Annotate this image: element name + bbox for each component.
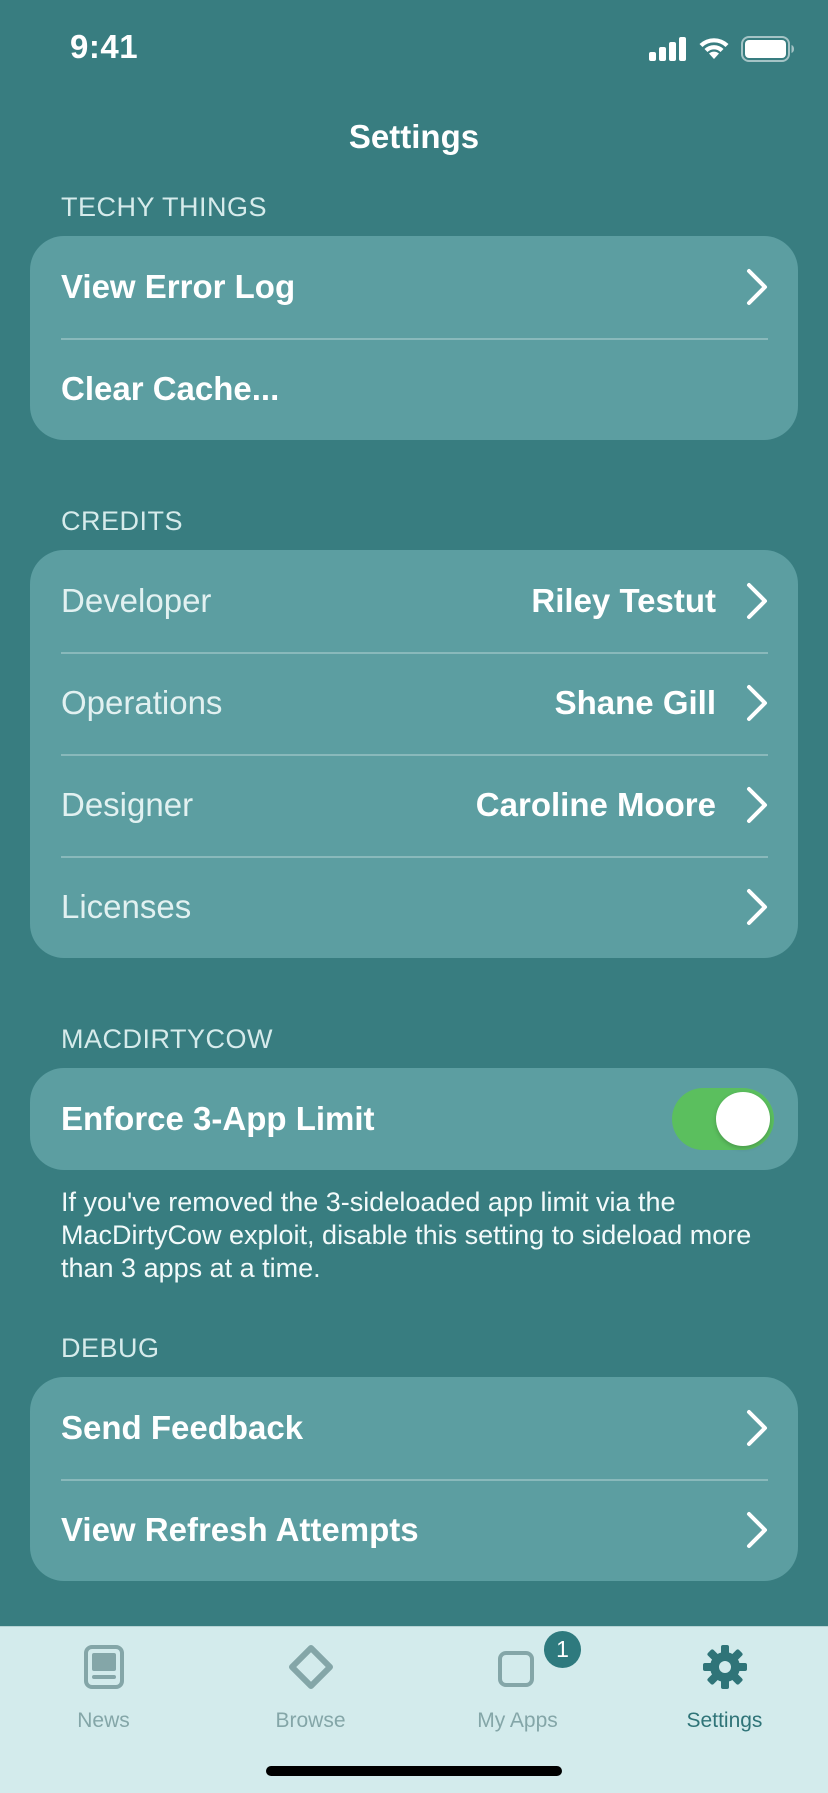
tab-news-label: News — [77, 1709, 130, 1732]
status-icons — [649, 36, 795, 62]
browse-icon — [288, 1645, 333, 1689]
view-error-log-label: View Error Log — [61, 268, 296, 305]
chevron-right-icon — [747, 685, 767, 721]
debug-group: Send Feedback View Refresh Attempts — [30, 1377, 798, 1581]
news-icon — [83, 1645, 124, 1689]
developer-row[interactable]: Developer Riley Testut — [30, 550, 798, 652]
tab-settings[interactable]: Settings — [621, 1627, 828, 1747]
clear-cache-label: Clear Cache... — [61, 370, 280, 407]
send-feedback-row[interactable]: Send Feedback — [30, 1377, 798, 1479]
tab-browse[interactable]: Browse — [207, 1627, 414, 1747]
designer-row[interactable]: Designer Caroline Moore — [30, 754, 798, 856]
battery-icon — [741, 36, 794, 62]
my-apps-badge: 1 — [544, 1631, 581, 1668]
licenses-row[interactable]: Licenses — [30, 856, 798, 958]
tab-settings-label: Settings — [686, 1709, 763, 1732]
designer-value: Caroline Moore — [475, 786, 716, 823]
chevron-right-icon — [747, 1512, 767, 1548]
section-header-techy-things: TECHY THINGS — [61, 192, 268, 222]
tab-news[interactable]: News — [0, 1627, 207, 1747]
techy-things-group: View Error Log Clear Cache... — [30, 236, 798, 440]
chevron-right-icon — [747, 889, 767, 925]
licenses-label: Licenses — [61, 888, 192, 925]
cellular-signal-icon — [649, 37, 686, 61]
enforce-app-limit-label: Enforce 3-App Limit — [61, 1100, 375, 1137]
view-refresh-attempts-label: View Refresh Attempts — [61, 1511, 419, 1548]
chevron-right-icon — [747, 269, 767, 305]
designer-label: Designer — [61, 786, 194, 823]
section-header-macdirtycow: MACDIRTYCOW — [61, 1024, 273, 1054]
tab-my-apps-label: My Apps — [477, 1709, 558, 1732]
wifi-icon — [699, 37, 729, 59]
section-header-credits: CREDITS — [61, 506, 184, 536]
operations-row[interactable]: Operations Shane Gill — [30, 652, 798, 754]
view-refresh-attempts-row[interactable]: View Refresh Attempts — [30, 1479, 798, 1581]
toggle-knob — [716, 1092, 770, 1146]
chevron-right-icon — [747, 583, 767, 619]
clear-cache-row[interactable]: Clear Cache... — [30, 338, 798, 440]
send-feedback-label: Send Feedback — [61, 1409, 304, 1446]
macdirtycow-footer-note: If you've removed the 3-sideloaded app l… — [61, 1187, 752, 1283]
credits-group: Developer Riley Testut Operations Shane … — [30, 550, 798, 958]
tab-my-apps[interactable]: 1 My Apps — [414, 1627, 621, 1747]
developer-value: Riley Testut — [531, 582, 716, 619]
tab-browse-label: Browse — [275, 1709, 346, 1732]
macdirtycow-group: Enforce 3-App Limit — [30, 1068, 798, 1170]
operations-label: Operations — [61, 684, 223, 721]
developer-label: Developer — [61, 582, 212, 619]
status-bar: 9:41 — [0, 0, 828, 100]
operations-value: Shane Gill — [554, 684, 716, 721]
gear-icon — [702, 1645, 747, 1689]
status-time: 9:41 — [70, 28, 139, 65]
chevron-right-icon — [747, 787, 767, 823]
home-indicator — [266, 1766, 562, 1776]
enforce-app-limit-row: Enforce 3-App Limit — [30, 1068, 798, 1170]
my-apps-icon — [497, 1651, 534, 1687]
section-header-debug: DEBUG — [61, 1333, 160, 1363]
view-error-log-row[interactable]: View Error Log — [30, 236, 798, 338]
page-title: Settings — [348, 118, 480, 155]
chevron-right-icon — [747, 1410, 767, 1446]
enforce-app-limit-toggle[interactable] — [672, 1088, 774, 1150]
